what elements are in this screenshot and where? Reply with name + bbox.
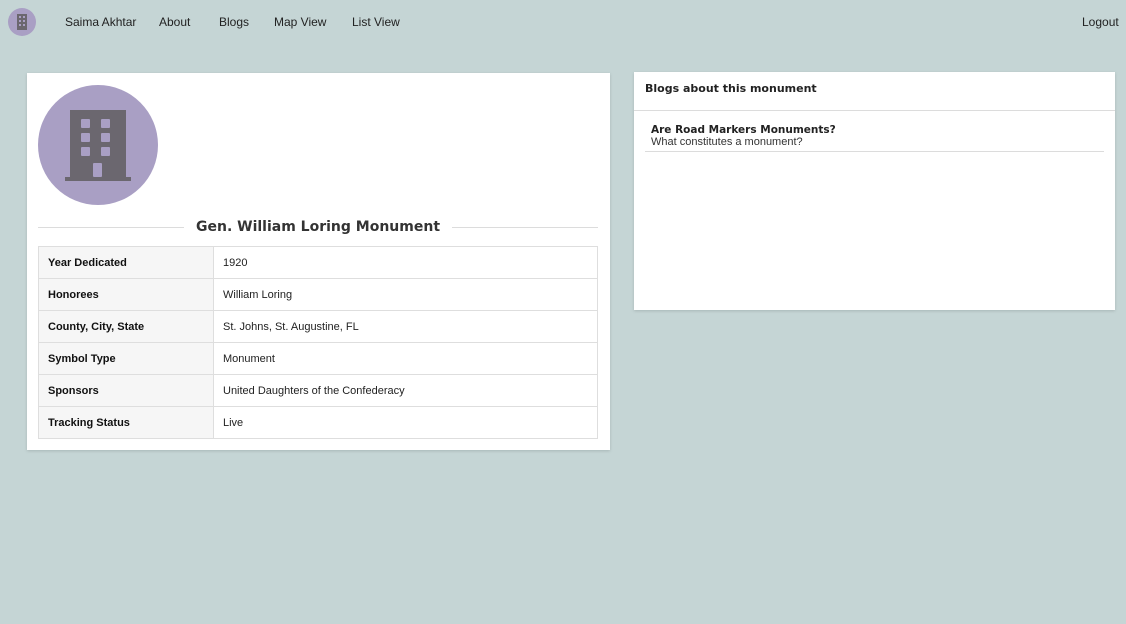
monument-title-row: Gen. William Loring Monument xyxy=(38,216,598,238)
building-icon xyxy=(65,110,131,181)
row-label: Sponsors xyxy=(38,374,214,407)
table-row: Sponsors United Daughters of the Confede… xyxy=(38,374,598,407)
row-value: 1920 xyxy=(213,246,598,279)
table-row: Tracking Status Live xyxy=(38,406,598,439)
top-navbar: Saima Akhtar About Blogs Map View List V… xyxy=(0,0,1126,44)
table-row: Year Dedicated 1920 xyxy=(38,246,598,279)
home-logo-button[interactable] xyxy=(8,8,36,36)
blogs-card-header: Blogs about this monument xyxy=(634,72,1115,111)
row-label: County, City, State xyxy=(38,310,214,343)
nav-list-view[interactable]: List View xyxy=(352,15,400,29)
row-value: William Loring xyxy=(213,278,598,311)
row-value: St. Johns, St. Augustine, FL xyxy=(213,310,598,343)
logout-link[interactable]: Logout xyxy=(1082,15,1119,29)
blog-list-item[interactable]: Are Road Markers Monuments? What constit… xyxy=(645,122,1104,152)
nav-blogs[interactable]: Blogs xyxy=(219,15,249,29)
table-row: Symbol Type Monument xyxy=(38,342,598,375)
nav-user-name[interactable]: Saima Akhtar xyxy=(65,15,136,29)
blog-subtitle: What constitutes a monument? xyxy=(651,136,803,148)
monument-avatar xyxy=(38,85,158,205)
table-row: Honorees William Loring xyxy=(38,278,598,311)
row-value: Live xyxy=(213,406,598,439)
row-label: Symbol Type xyxy=(38,342,214,375)
row-value: Monument xyxy=(213,342,598,375)
nav-map-view[interactable]: Map View xyxy=(274,15,326,29)
blogs-card-title: Blogs about this monument xyxy=(645,82,817,95)
nav-about[interactable]: About xyxy=(159,15,190,29)
monument-card: Gen. William Loring Monument Year Dedica… xyxy=(27,73,610,450)
blogs-card: Blogs about this monument Are Road Marke… xyxy=(634,72,1115,310)
row-label: Tracking Status xyxy=(38,406,214,439)
title-divider-left xyxy=(38,226,184,228)
row-label: Honorees xyxy=(38,278,214,311)
row-label: Year Dedicated xyxy=(38,246,214,279)
table-row: County, City, State St. Johns, St. Augus… xyxy=(38,310,598,343)
building-icon xyxy=(17,14,27,30)
blog-title[interactable]: Are Road Markers Monuments? xyxy=(651,124,836,136)
title-divider-right xyxy=(452,226,598,228)
monument-title: Gen. William Loring Monument xyxy=(195,219,441,235)
monument-details-table: Year Dedicated 1920 Honorees William Lor… xyxy=(38,246,598,439)
row-value: United Daughters of the Confederacy xyxy=(213,374,598,407)
